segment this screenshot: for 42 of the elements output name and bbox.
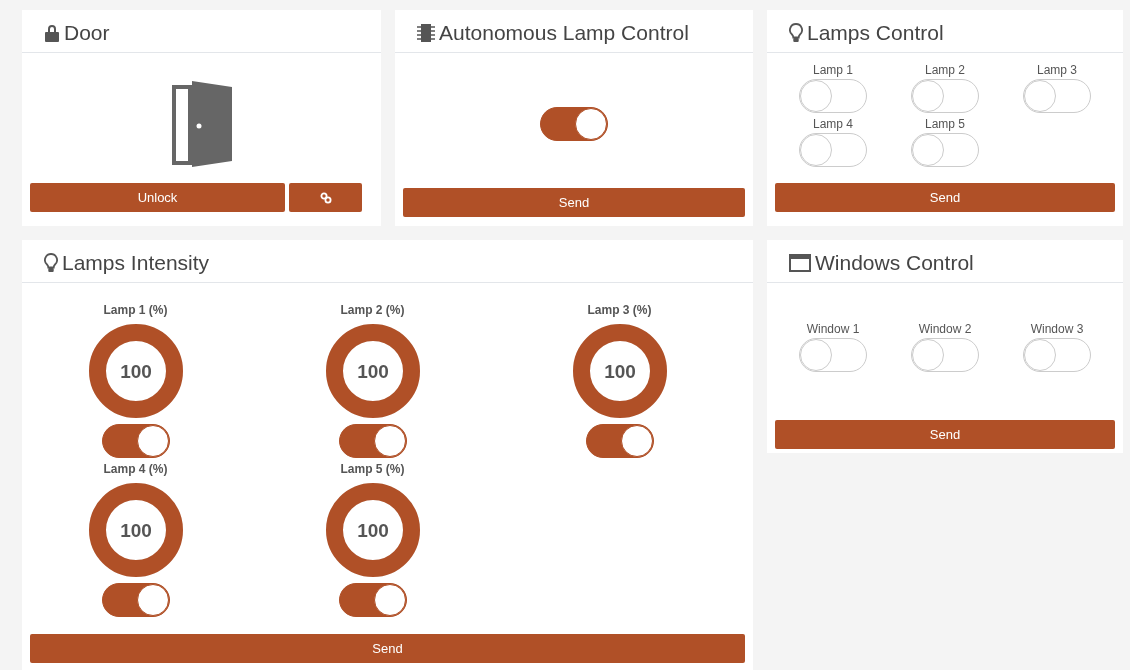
send-button[interactable]: Send — [775, 420, 1115, 449]
panel-title: Lamps Intensity — [62, 250, 210, 277]
gauge-label: Lamp 2 (%) — [340, 302, 405, 319]
lightbulb-icon — [789, 23, 803, 43]
switch-label[interactable]: Lamp 2 — [925, 61, 965, 79]
link-button[interactable] — [289, 183, 362, 212]
switch-label[interactable]: Lamp 4 — [813, 115, 853, 133]
panel-title: Door — [64, 20, 110, 47]
switch-label[interactable]: Lamp 1 — [813, 61, 853, 79]
door-icon — [171, 79, 232, 169]
toggle-switch[interactable] — [338, 583, 407, 617]
panel-title: Autonomous Lamp Control — [439, 20, 689, 47]
gauge-value: 100 — [356, 520, 389, 541]
gauge-label: Lamp 1 (%) — [103, 302, 168, 319]
send-button[interactable]: Send — [403, 188, 745, 217]
send-button[interactable]: Send — [775, 183, 1115, 212]
panel-title: Lamps Control — [807, 20, 944, 47]
window-icon — [789, 254, 811, 272]
panel-title: Windows Control — [815, 250, 974, 277]
toggle-switch[interactable] — [585, 424, 654, 458]
toggle-switch[interactable] — [338, 424, 407, 458]
toggle-switch[interactable] — [540, 107, 608, 141]
lightbulb-icon — [44, 253, 58, 273]
switch-label[interactable]: Window 2 — [918, 320, 972, 338]
gauge-value: 100 — [356, 361, 389, 382]
gauge-value: 100 — [119, 361, 152, 382]
chip-icon — [417, 23, 435, 43]
unlock-button[interactable]: Unlock — [30, 183, 285, 212]
gauge-label: Lamp 4 (%) — [103, 461, 168, 478]
gauge-value: 100 — [119, 520, 152, 541]
gauge-value: 100 — [603, 361, 636, 382]
switch-label[interactable]: Window 3 — [1030, 320, 1084, 338]
gauge-label: Lamp 3 (%) — [587, 302, 652, 319]
lock-icon — [44, 24, 60, 42]
link-icon — [319, 192, 332, 205]
send-button[interactable]: Send — [30, 634, 745, 663]
switch-label[interactable]: Window 1 — [806, 320, 860, 338]
gauge-label: Lamp 5 (%) — [340, 461, 405, 478]
toggle-switch[interactable] — [101, 583, 170, 617]
switch-label[interactable]: Lamp 3 — [1037, 61, 1077, 79]
switch-label[interactable]: Lamp 5 — [925, 115, 965, 133]
toggle-switch[interactable] — [101, 424, 170, 458]
